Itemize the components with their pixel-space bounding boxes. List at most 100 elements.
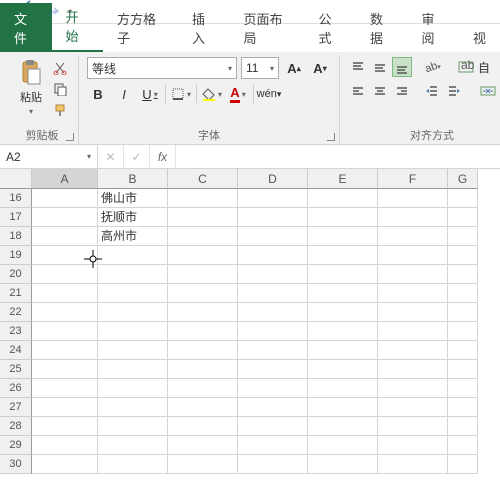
cell-E18[interactable] (308, 227, 378, 246)
cell-A17[interactable] (32, 208, 98, 227)
col-header-E[interactable]: E (308, 169, 378, 189)
decrease-font-icon[interactable]: A▾ (309, 57, 331, 79)
cell-D29[interactable] (238, 436, 308, 455)
cell-F23[interactable] (378, 322, 448, 341)
cell-D25[interactable] (238, 360, 308, 379)
cell-E21[interactable] (308, 284, 378, 303)
merge-button[interactable]: 合 (476, 81, 500, 101)
fill-color-button[interactable]: ▾ (201, 83, 223, 105)
cell-A16[interactable] (32, 189, 98, 208)
wrap-text-button[interactable]: ab自 (454, 57, 494, 77)
cell-F25[interactable] (378, 360, 448, 379)
tab-insert[interactable]: 插入 (178, 3, 230, 52)
cell-G18[interactable] (448, 227, 478, 246)
cell-G27[interactable] (448, 398, 478, 417)
cell-G25[interactable] (448, 360, 478, 379)
cell-A22[interactable] (32, 303, 98, 322)
copy-icon[interactable] (50, 80, 70, 98)
row-header-23[interactable]: 23 (0, 322, 32, 341)
name-box[interactable]: A2▾ (0, 145, 98, 168)
col-header-G[interactable]: G (448, 169, 478, 189)
cell-A29[interactable] (32, 436, 98, 455)
cell-G22[interactable] (448, 303, 478, 322)
cell-E24[interactable] (308, 341, 378, 360)
cell-A28[interactable] (32, 417, 98, 436)
cell-E20[interactable] (308, 265, 378, 284)
cell-E16[interactable] (308, 189, 378, 208)
cell-E29[interactable] (308, 436, 378, 455)
align-center-icon[interactable] (370, 81, 390, 101)
cell-C22[interactable] (168, 303, 238, 322)
cell-E23[interactable] (308, 322, 378, 341)
tab-review[interactable]: 审阅 (407, 3, 459, 52)
select-all-corner[interactable] (0, 169, 32, 189)
cell-C30[interactable] (168, 455, 238, 474)
col-header-F[interactable]: F (378, 169, 448, 189)
cell-B17[interactable]: 抚顺市 (98, 208, 168, 227)
cell-G26[interactable] (448, 379, 478, 398)
cell-D28[interactable] (238, 417, 308, 436)
cell-F22[interactable] (378, 303, 448, 322)
cell-B18[interactable]: 高州市 (98, 227, 168, 246)
cell-D24[interactable] (238, 341, 308, 360)
cell-G24[interactable] (448, 341, 478, 360)
row-header-28[interactable]: 28 (0, 417, 32, 436)
cell-C29[interactable] (168, 436, 238, 455)
cell-F18[interactable] (378, 227, 448, 246)
cell-D27[interactable] (238, 398, 308, 417)
cell-A30[interactable] (32, 455, 98, 474)
cell-A24[interactable] (32, 341, 98, 360)
tab-square[interactable]: 方方格子 (103, 3, 178, 52)
cell-B29[interactable] (98, 436, 168, 455)
col-header-A[interactable]: A (32, 169, 98, 189)
fx-icon[interactable]: fx (150, 145, 176, 168)
cell-D20[interactable] (238, 265, 308, 284)
cell-D30[interactable] (238, 455, 308, 474)
cell-G30[interactable] (448, 455, 478, 474)
cell-D22[interactable] (238, 303, 308, 322)
cell-B16[interactable]: 佛山市 (98, 189, 168, 208)
phonetic-button[interactable]: wén▾ (258, 83, 280, 105)
cell-A18[interactable] (32, 227, 98, 246)
cell-C18[interactable] (168, 227, 238, 246)
cell-C27[interactable] (168, 398, 238, 417)
cell-B26[interactable] (98, 379, 168, 398)
cell-B24[interactable] (98, 341, 168, 360)
cell-C16[interactable] (168, 189, 238, 208)
cell-D18[interactable] (238, 227, 308, 246)
row-header-18[interactable]: 18 (0, 227, 32, 246)
cell-G29[interactable] (448, 436, 478, 455)
increase-font-icon[interactable]: A▴ (283, 57, 305, 79)
cell-B21[interactable] (98, 284, 168, 303)
cell-F27[interactable] (378, 398, 448, 417)
cell-C20[interactable] (168, 265, 238, 284)
cell-area[interactable]: 佛山市抚顺市高州市 (32, 189, 500, 474)
format-painter-icon[interactable] (50, 101, 70, 119)
cell-F17[interactable] (378, 208, 448, 227)
cell-B22[interactable] (98, 303, 168, 322)
cut-icon[interactable] (50, 59, 70, 77)
font-size-combo[interactable]: 11▾ (241, 57, 279, 79)
cell-F30[interactable] (378, 455, 448, 474)
col-header-C[interactable]: C (168, 169, 238, 189)
cell-D19[interactable] (238, 246, 308, 265)
cell-D23[interactable] (238, 322, 308, 341)
row-header-26[interactable]: 26 (0, 379, 32, 398)
cell-C26[interactable] (168, 379, 238, 398)
cell-F21[interactable] (378, 284, 448, 303)
cell-E25[interactable] (308, 360, 378, 379)
align-right-icon[interactable] (392, 81, 412, 101)
cell-C23[interactable] (168, 322, 238, 341)
tab-pagelayout[interactable]: 页面布局 (229, 3, 304, 52)
cell-C24[interactable] (168, 341, 238, 360)
cell-E17[interactable] (308, 208, 378, 227)
row-header-30[interactable]: 30 (0, 455, 32, 474)
cell-D16[interactable] (238, 189, 308, 208)
cell-C25[interactable] (168, 360, 238, 379)
cell-E19[interactable] (308, 246, 378, 265)
font-name-combo[interactable]: 等线▾ (87, 57, 237, 79)
italic-button[interactable]: I (113, 83, 135, 105)
cell-D21[interactable] (238, 284, 308, 303)
orientation-icon[interactable]: ab▾ (422, 57, 442, 77)
align-middle-icon[interactable] (370, 57, 390, 77)
